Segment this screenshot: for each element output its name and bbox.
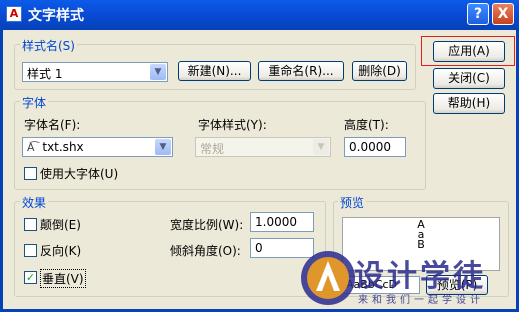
autocad-app-icon: A (6, 6, 22, 22)
style-name-value: 样式 1 (27, 67, 63, 81)
upside-down-label[interactable]: 颠倒(E) (40, 216, 81, 233)
font-name-value: A͡ txt.shx (27, 140, 84, 154)
help-button[interactable]: 帮助(H) (433, 93, 505, 114)
big-font-label[interactable]: 使用大字体(U) (40, 165, 118, 182)
big-font-checkbox[interactable] (24, 167, 37, 180)
title-close-button[interactable]: X (492, 3, 514, 25)
font-name-dropdown[interactable]: A͡ txt.shx ▼ (22, 137, 173, 157)
font-style-value: 常规 (200, 142, 225, 156)
upside-down-checkbox[interactable] (24, 218, 37, 231)
shx-font-icon: A͡ (27, 141, 35, 154)
close-button[interactable]: 关闭(C) (433, 68, 505, 89)
chevron-down-icon[interactable]: ▼ (155, 139, 171, 155)
height-input[interactable]: 0.0000 (344, 137, 406, 157)
height-label: 高度(T): (344, 118, 389, 132)
watermark-logo-icon (301, 251, 355, 305)
preview-sample-text: AaB (417, 218, 425, 251)
style-name-group-label: 样式名(S) (20, 37, 77, 54)
font-style-label: 字体样式(Y): (198, 118, 267, 132)
watermark-brand: 设计学徒 (354, 259, 486, 294)
title-help-button[interactable]: ? (467, 3, 489, 25)
apply-button[interactable]: 应用(A) (433, 41, 505, 62)
chevron-down-icon: ▼ (313, 139, 329, 155)
delete-style-button[interactable]: 删除(D) (352, 61, 407, 81)
font-style-dropdown: 常规 ▼ (195, 137, 331, 157)
width-factor-label: 宽度比例(W): (170, 218, 244, 232)
design-watermark: 设计学徒 来和我们一起学设计 (298, 247, 519, 312)
vertical-label[interactable]: 垂直(V) (40, 269, 86, 288)
font-group-label: 字体 (20, 94, 49, 111)
title-bar: A 文字样式 ? X (0, 0, 519, 30)
new-style-button[interactable]: 新建(N)... (178, 61, 251, 81)
oblique-angle-label: 倾斜角度(O): (170, 244, 241, 258)
chevron-down-icon[interactable]: ▼ (150, 64, 166, 80)
font-name-text: txt.shx (42, 140, 84, 154)
backwards-label[interactable]: 反向(K) (40, 242, 81, 259)
rename-style-button[interactable]: 重命名(R)... (258, 61, 344, 81)
style-name-dropdown[interactable]: 样式 1 ▼ (22, 62, 168, 82)
vertical-checkbox[interactable]: ✓ (24, 271, 37, 284)
watermark-slogan: 来和我们一起学设计 (358, 295, 484, 306)
width-factor-input[interactable]: 1.0000 (250, 212, 314, 232)
effects-group-label: 效果 (20, 194, 49, 211)
preview-group-label: 预览 (338, 194, 367, 211)
font-name-label: 字体名(F): (24, 118, 81, 132)
backwards-checkbox[interactable] (24, 244, 37, 257)
window-title: 文字样式 (28, 8, 84, 24)
